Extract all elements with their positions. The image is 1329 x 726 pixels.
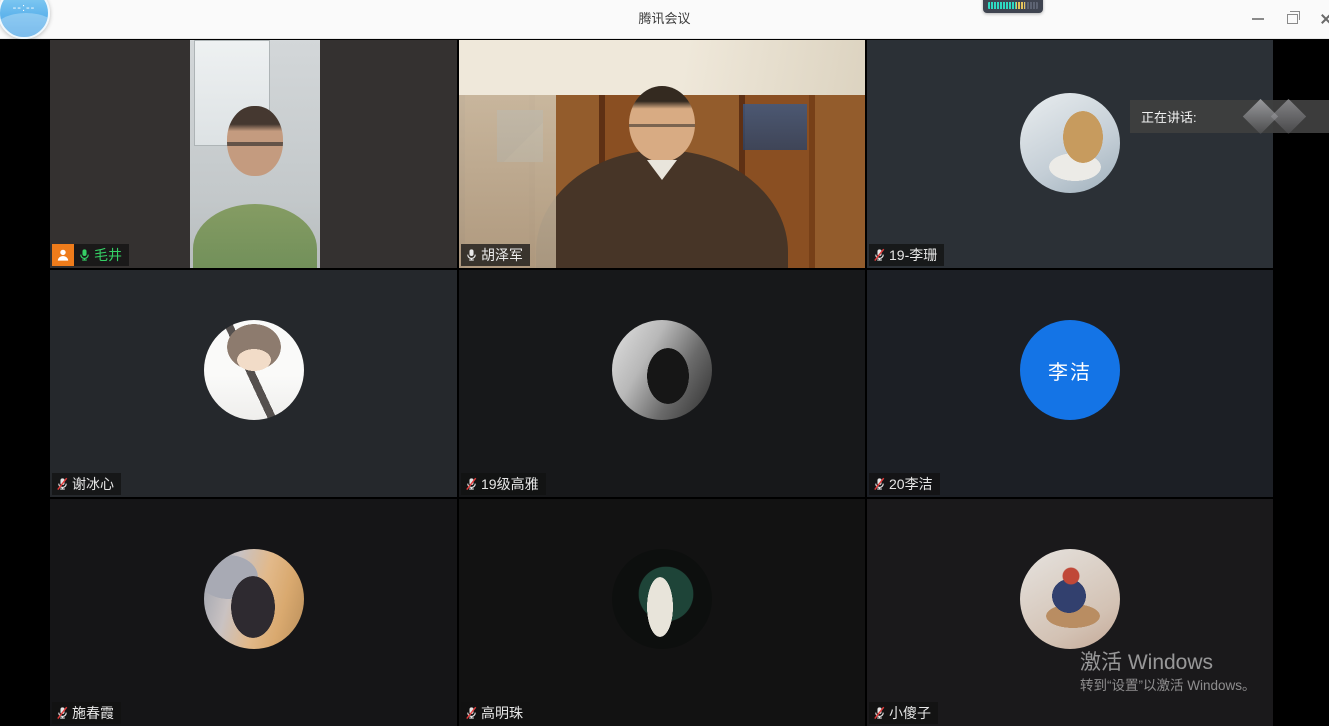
video-tile-xiebingxin[interactable]: 谢冰心 (50, 270, 457, 497)
host-badge (52, 244, 74, 266)
avatar-initials: 李洁 (1020, 320, 1120, 420)
microphone-muted-icon (873, 476, 886, 492)
avatar (1020, 549, 1120, 649)
video-tile-gaoya[interactable]: 19级高雅 (459, 270, 865, 497)
avatar (204, 320, 304, 420)
speaking-label: 正在讲话: (1141, 107, 1197, 126)
video-tile-huzejun[interactable]: 胡泽军 (459, 40, 865, 268)
windows-activation-watermark-title: 激活 Windows (1080, 646, 1213, 676)
participant-name-bar: 高明珠 (461, 702, 530, 724)
avatar (1020, 93, 1120, 193)
close-button[interactable] (1309, 0, 1329, 38)
participant-label: 毛井 (52, 244, 129, 266)
restore-icon (1287, 14, 1298, 24)
video-tile-lishan[interactable]: 19-李珊 (867, 40, 1273, 268)
video-tile-maojing[interactable]: 毛井 (50, 40, 457, 268)
meeting-timer-bubble[interactable]: --:-- (0, 0, 50, 39)
participant-name-bar: 20李洁 (869, 473, 940, 495)
shelf-box (743, 104, 807, 150)
microphone-muted-icon (873, 247, 886, 263)
participant-name: 20李洁 (889, 474, 933, 494)
participant-name: 19级高雅 (481, 474, 539, 494)
participant-name: 胡泽军 (481, 245, 523, 265)
participant-name-bar: 19级高雅 (461, 473, 546, 495)
video-tile-gaomingzhu[interactable]: 高明珠 (459, 499, 865, 726)
video-feed (190, 40, 320, 268)
participant-name-bar: 小傻子 (869, 702, 938, 724)
participant-label: 19-李珊 (869, 244, 944, 266)
windows-activation-watermark-subtitle: 转到“设置”以激活 Windows。 (1080, 674, 1256, 694)
video-tile-shichunxia[interactable]: 施春霞 (50, 499, 457, 726)
avatar (612, 320, 712, 420)
participant-label: 19级高雅 (461, 473, 546, 495)
microphone-muted-icon (873, 705, 886, 721)
participant-name: 19-李珊 (889, 245, 937, 265)
participant-name-bar: 施春霞 (52, 702, 121, 724)
video-tile-lijie[interactable]: 李洁 20李洁 (867, 270, 1273, 497)
person-icon (56, 248, 70, 262)
microphone-on-icon (78, 247, 91, 263)
participant-label: 高明珠 (461, 702, 530, 724)
participant-name: 高明珠 (481, 703, 523, 723)
avatar (612, 549, 712, 649)
minimize-icon (1252, 18, 1264, 20)
avatar-text: 李洁 (1048, 356, 1092, 385)
participant-name-bar: 毛井 (74, 244, 129, 266)
audio-level-bars-icon (988, 2, 1038, 9)
participant-label: 胡泽军 (461, 244, 530, 266)
participant-name-bar: 胡泽军 (461, 244, 530, 266)
window-controls (1241, 0, 1329, 38)
microphone-muted-icon (465, 705, 478, 721)
video-feed (459, 40, 865, 268)
microphone-on-icon (465, 247, 478, 263)
microphone-muted-icon (56, 705, 69, 721)
restore-button[interactable] (1275, 0, 1309, 38)
participant-label: 谢冰心 (52, 473, 121, 495)
participant-label: 20李洁 (869, 473, 940, 495)
video-person-head (227, 106, 283, 176)
audio-level-meter[interactable] (983, 0, 1043, 13)
microphone-muted-icon (465, 476, 478, 492)
microphone-muted-icon (56, 476, 69, 492)
timer-text: --:-- (0, 2, 48, 14)
avatar (204, 549, 304, 649)
wall-picture (497, 110, 543, 162)
video-person-body (193, 204, 317, 268)
participant-name: 毛井 (94, 245, 122, 265)
participant-name: 施春霞 (72, 703, 114, 723)
title-bar[interactable]: 腾讯会议 (0, 0, 1329, 39)
speaking-indicator-bar: 正在讲话: (1130, 100, 1329, 133)
participant-name-bar: 谢冰心 (52, 473, 121, 495)
minimize-button[interactable] (1241, 0, 1275, 38)
participant-label: 小傻子 (869, 702, 938, 724)
participant-label: 施春霞 (52, 702, 121, 724)
participant-name: 谢冰心 (72, 474, 114, 494)
participant-name: 小傻子 (889, 703, 931, 723)
video-person-body (536, 150, 788, 268)
close-icon (1320, 13, 1329, 25)
participant-name-bar: 19-李珊 (869, 244, 944, 266)
window-title: 腾讯会议 (0, 0, 1329, 38)
